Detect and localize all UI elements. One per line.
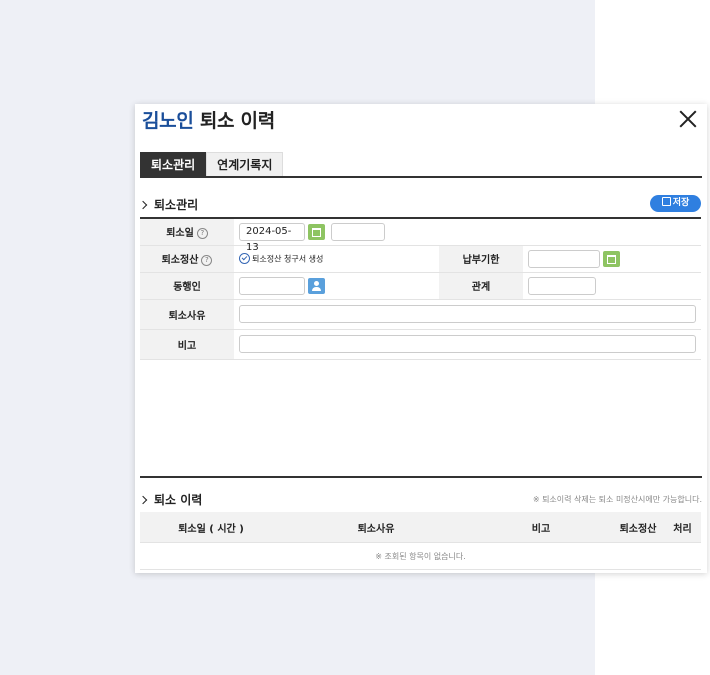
section-title-history: 퇴소 이력 (138, 491, 203, 508)
modal-title-text: 퇴소 이력 (193, 110, 275, 132)
section-title-text: 퇴소관리 (154, 198, 199, 212)
modal-title: 김노인 퇴소 이력 (142, 106, 275, 133)
discharge-time-input[interactable] (331, 222, 386, 241)
user-search-icon[interactable] (308, 277, 325, 294)
reason-input[interactable] (239, 305, 696, 323)
label-companion: 동행인 (140, 272, 234, 300)
label-note: 비고 (140, 329, 234, 360)
label-due-date: 납부기한 (439, 245, 523, 273)
settlement-invoice-checkbox-label: 퇴소정산 청구서 생성 (252, 254, 324, 264)
save-button-label: 저장 (672, 198, 690, 208)
label-reason: 퇴소사유 (140, 299, 234, 330)
col-header-settlement: 퇴소정산 (612, 512, 664, 543)
close-icon[interactable] (677, 108, 699, 130)
delete-notice: ※ 퇴소이력 삭제는 퇴소 미정산시에만 가능합니다. (532, 495, 702, 504)
calendar-icon[interactable] (603, 250, 620, 267)
tab-bar: 퇴소관리 연계기록지 (140, 152, 284, 177)
chevron-right-icon (138, 200, 148, 210)
label-relation: 관계 (439, 272, 523, 300)
tab-discharge-management[interactable]: 퇴소관리 (140, 152, 207, 177)
save-icon (661, 197, 671, 206)
help-icon[interactable]: ? (196, 227, 208, 239)
relation-input[interactable] (528, 276, 596, 295)
col-header-note: 비고 (470, 512, 612, 543)
discharge-history-modal: 김노인 퇴소 이력 퇴소관리 연계기록지 퇴소관리 저장 퇴소일? 2024-0… (135, 104, 707, 573)
section-title-text: 퇴소 이력 (154, 493, 203, 507)
col-header-date: 퇴소일 ( 시간 ) (140, 512, 282, 543)
note-input[interactable] (239, 335, 696, 353)
tab-underline (140, 176, 702, 178)
empty-message: ※ 조회된 항목이 없습니다. (140, 542, 701, 570)
section-divider (140, 476, 702, 478)
col-header-reason: 퇴소사유 (282, 512, 470, 543)
col-header-action: 처리 (664, 512, 701, 543)
history-table: 퇴소일 ( 시간 ) 퇴소사유 비고 퇴소정산 처리 ※ 조회된 항목이 없습니… (140, 512, 701, 570)
section-title-discharge: 퇴소관리 (138, 196, 199, 213)
discharge-date-input[interactable]: 2024-05-13 (239, 222, 305, 253)
calendar-icon[interactable] (308, 223, 325, 240)
resident-name: 김노인 (142, 110, 194, 132)
help-icon[interactable]: ? (201, 254, 213, 266)
label-discharge-date: 퇴소일? (140, 218, 234, 246)
chevron-right-icon (138, 495, 148, 505)
save-button[interactable]: 저장 (650, 195, 701, 212)
check-circle-icon[interactable] (239, 252, 250, 264)
label-settlement: 퇴소정산? (140, 245, 234, 273)
companion-input[interactable] (239, 276, 305, 295)
due-date-input[interactable] (528, 249, 600, 268)
tab-linked-records[interactable]: 연계기록지 (206, 152, 284, 177)
discharge-form: 퇴소일? 2024-05-13 퇴소정산? 퇴소정산 청구서 생성 납부기한 동… (140, 217, 701, 360)
